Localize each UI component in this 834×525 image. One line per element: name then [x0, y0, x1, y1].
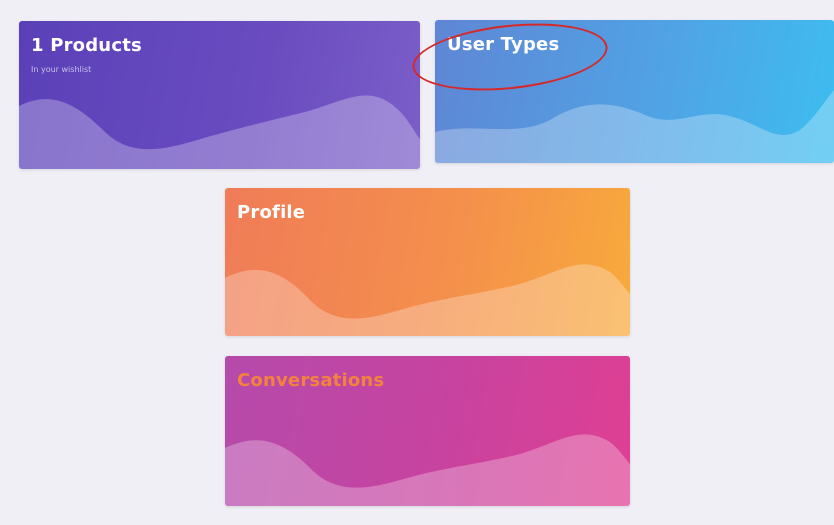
- user-types-card[interactable]: User Types: [435, 20, 834, 163]
- user-types-card-title: User Types: [447, 34, 560, 55]
- profile-card-title: Profile: [237, 202, 306, 223]
- products-card[interactable]: 1 Products In your wishlist: [19, 21, 420, 169]
- products-card-subtitle: In your wishlist: [31, 65, 92, 74]
- products-card-title: 1 Products: [31, 35, 142, 56]
- conversations-card[interactable]: Conversations: [225, 356, 630, 506]
- conversations-card-title: Conversations: [237, 370, 385, 391]
- profile-card[interactable]: Profile: [225, 188, 630, 336]
- dashboard-page: 1 Products In your wishlist User Types P…: [0, 0, 834, 525]
